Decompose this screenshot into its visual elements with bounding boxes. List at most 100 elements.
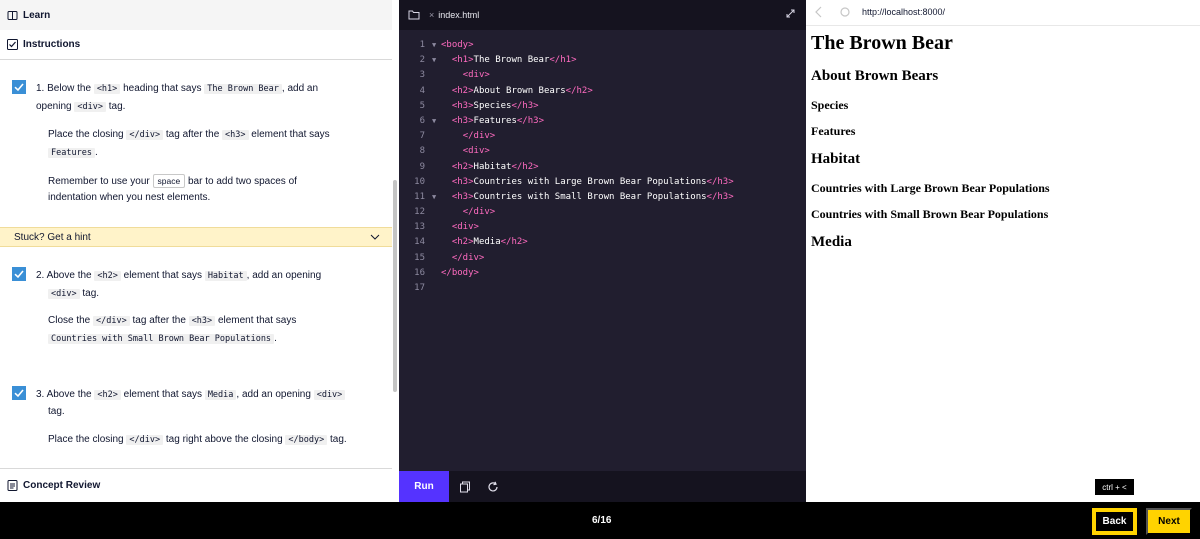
back-button[interactable]: Back: [1091, 507, 1138, 536]
task-3-line-3: Place the closing </div> tag right above…: [48, 434, 347, 445]
editor-tab-bar: × index.html: [399, 0, 806, 30]
code-content: <div>: [462, 70, 490, 81]
task-2-line-1: 2. Above the <h2> element that says Habi…: [36, 270, 322, 281]
task-2-line-2: <div> tag.: [48, 285, 378, 303]
code-content: <h3>Countries with Small Brown Bear Popu…: [451, 191, 734, 202]
progress-indicator: 6/16: [592, 515, 612, 526]
preview-small: Countries with Small Brown Bear Populati…: [811, 207, 1049, 221]
instructions-scrollbar[interactable]: [393, 180, 397, 392]
code-line[interactable]: 12 </div>: [399, 205, 806, 220]
code-content: <h2>About Brown Bears</h2>: [451, 85, 593, 96]
tab-label: index.html: [438, 10, 480, 20]
instructions-label: Instructions: [23, 39, 81, 50]
line-number: 12: [414, 207, 425, 218]
url-field[interactable]: http://localhost:8000/: [862, 7, 945, 17]
hint-label: Stuck? Get a hint: [14, 231, 91, 243]
line-number: 13: [414, 222, 425, 233]
fold-icon[interactable]: ▼: [432, 38, 436, 53]
line-number: 14: [414, 237, 425, 248]
copy-icon[interactable]: [459, 481, 471, 493]
bottom-bar: 6/16 Back Next: [0, 502, 1200, 539]
editor-run-bar: Run: [399, 471, 806, 502]
task-1-line-4: Features.: [48, 144, 378, 162]
back-arrow-icon[interactable]: [814, 6, 824, 18]
code-area[interactable]: 1 ▼ <body> 2 ▼ <h1>The Brown Bear</h1> 3 <div…: [399, 38, 806, 296]
code-line[interactable]: 9 <h2>Habitat</h2>: [399, 160, 806, 175]
check-icon: [12, 386, 26, 400]
code-line[interactable]: 1 ▼ <body>: [399, 38, 806, 53]
task-1-line-2: opening <div> tag.: [36, 101, 126, 112]
fold-icon[interactable]: ▼: [432, 53, 436, 68]
next-button[interactable]: Next: [1146, 508, 1192, 535]
browser-url-bar: http://localhost:8000/: [806, 0, 1200, 26]
code-line[interactable]: 5 <h3>Species</h3>: [399, 99, 806, 114]
task-2-line-3: Close the </div> tag after the <h3> elem…: [48, 315, 297, 326]
chevron-down-icon: [370, 234, 380, 240]
code-content: <h3>Species</h3>: [451, 100, 539, 111]
run-button[interactable]: Run: [399, 471, 449, 502]
line-number: 6: [419, 115, 425, 126]
preview-about: About Brown Bears: [811, 68, 939, 84]
code-line[interactable]: 8 <div>: [399, 144, 806, 159]
line-number: 7: [419, 131, 425, 142]
line-number: 4: [419, 85, 425, 96]
code-editor[interactable]: × index.html 1 ▼ <body> 2 ▼ <h1>The Brown Be…: [399, 0, 806, 502]
preview-media: Media: [811, 234, 852, 250]
code-line[interactable]: 13 <div>: [399, 220, 806, 235]
code-content: </div>: [462, 131, 496, 142]
preview-species: Species: [811, 98, 849, 112]
code-line[interactable]: 17: [399, 281, 806, 296]
code-line[interactable]: 3 <div>: [399, 68, 806, 83]
hint-toggle[interactable]: Stuck? Get a hint: [0, 227, 392, 247]
code-line[interactable]: 4 <h2>About Brown Bears</h2>: [399, 84, 806, 99]
code-line[interactable]: 6 ▼ <h3>Features</h3>: [399, 114, 806, 129]
code-content: <h1>The Brown Bear</h1>: [451, 55, 577, 66]
folder-icon[interactable]: [408, 9, 420, 20]
code-content: </div>: [451, 252, 485, 263]
task-2-line-4: Countries with Small Brown Bear Populati…: [48, 330, 378, 348]
code-line[interactable]: 16 </body>: [399, 266, 806, 281]
expand-icon[interactable]: [785, 8, 796, 19]
code-content: <h3>Features</h3>: [451, 115, 544, 126]
concept-review-header[interactable]: Concept Review: [0, 468, 392, 502]
line-number: 1: [419, 40, 425, 50]
preview-h1: The Brown Bear: [811, 32, 953, 54]
code-line[interactable]: 15 </div>: [399, 251, 806, 266]
check-icon: [12, 80, 26, 94]
line-number: 15: [414, 252, 425, 263]
line-number: 11: [414, 191, 425, 202]
code-line[interactable]: 14 <h2>Media</h2>: [399, 235, 806, 250]
task-3-line-1: 3. Above the <h2> element that says Medi…: [36, 386, 376, 404]
code-line[interactable]: 7 </div>: [399, 129, 806, 144]
code-line[interactable]: 10 <h3>Countries with Large Brown Bear P…: [399, 175, 806, 190]
instructions-panel: Learn Instructions 1. Below the <h1> hea…: [0, 0, 392, 502]
preview-features: Features: [811, 124, 856, 138]
task-3-line-2: tag.: [48, 406, 65, 417]
code-content: <h3>Countries with Large Brown Bear Popu…: [451, 176, 734, 187]
code-content: </div>: [462, 207, 496, 218]
fold-icon[interactable]: ▼: [432, 114, 436, 129]
code-line[interactable]: 2 ▼ <h1>The Brown Bear</h1>: [399, 53, 806, 68]
line-number: 5: [419, 100, 425, 111]
space-key: space: [152, 174, 186, 188]
instructions-header[interactable]: Instructions: [0, 30, 392, 60]
line-number: 2: [419, 55, 425, 66]
preview-habitat: Habitat: [811, 151, 861, 167]
code-content: <h2>Habitat</h2>: [451, 161, 539, 172]
code-content: <h2>Media</h2>: [451, 237, 528, 248]
refresh-icon[interactable]: [487, 481, 499, 493]
code-content: <div>: [451, 222, 479, 233]
line-number: 9: [419, 161, 425, 172]
shortcut-tooltip: ctrl + <: [1094, 478, 1135, 496]
learn-header[interactable]: Learn: [0, 0, 392, 30]
preview-large: Countries with Large Brown Bear Populati…: [811, 181, 1050, 195]
code-line[interactable]: 11 ▼ <h3>Countries with Small Brown Bear …: [399, 190, 806, 205]
close-icon[interactable]: ×: [429, 10, 434, 20]
checkbox-icon: [7, 39, 18, 50]
task-1-line-6: indentation when you nest elements.: [48, 192, 211, 203]
fold-icon[interactable]: ▼: [432, 190, 436, 205]
task-1-line-3: Place the closing </div> tag after the <…: [48, 129, 330, 140]
refresh-icon[interactable]: [839, 6, 851, 18]
document-icon: [7, 480, 18, 491]
tab-index-html[interactable]: × index.html: [429, 0, 479, 30]
